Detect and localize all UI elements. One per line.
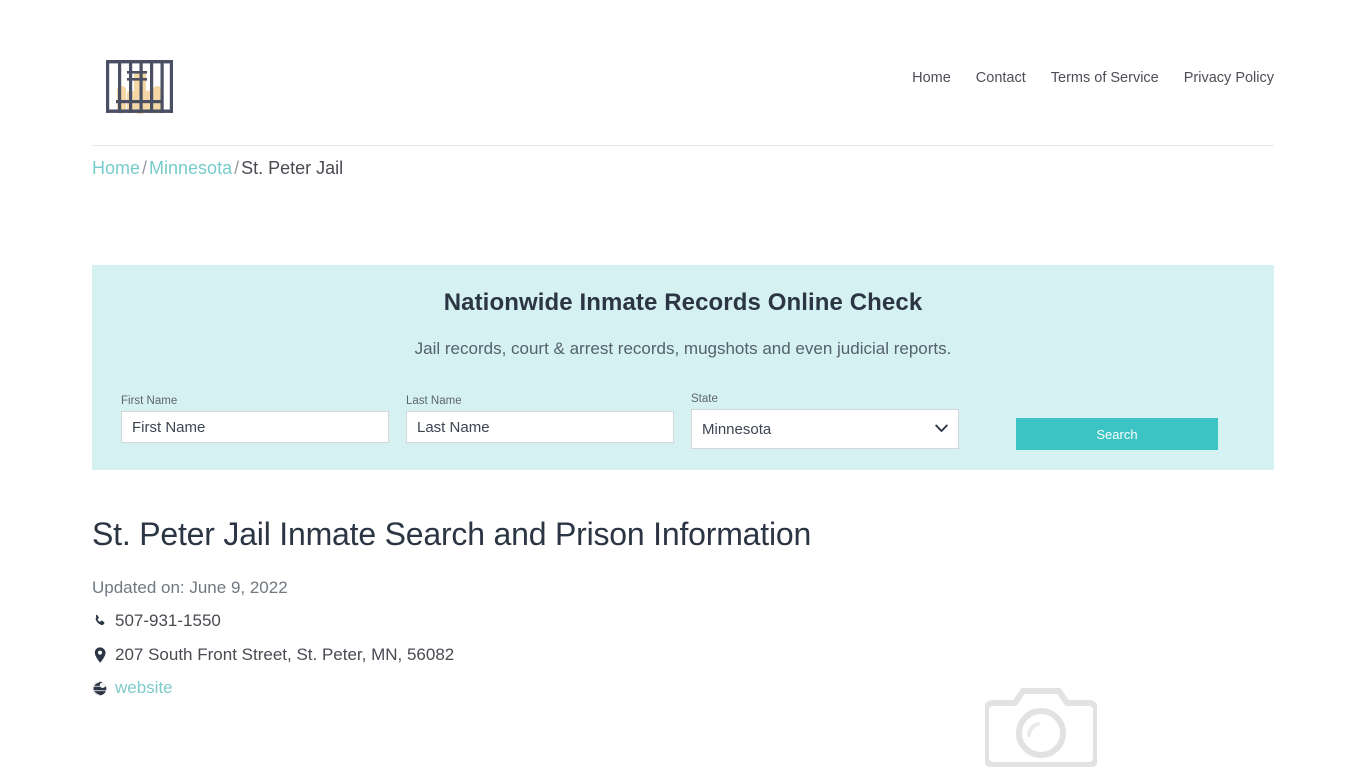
breadcrumb-link-home[interactable]: Home [92, 158, 140, 178]
main-navigation: Home Contact Terms of Service Privacy Po… [912, 68, 1274, 88]
first-name-input[interactable] [121, 411, 389, 443]
state-select[interactable]: Minnesota [691, 409, 959, 449]
breadcrumb-separator: / [234, 158, 240, 178]
inmate-search-banner: Nationwide Inmate Records Online Check J… [92, 265, 1274, 470]
breadcrumb-separator: / [142, 158, 148, 178]
breadcrumb-link-minnesota[interactable]: Minnesota [149, 158, 232, 178]
site-logo[interactable] [97, 50, 182, 122]
nav-link-home[interactable]: Home [912, 68, 951, 88]
banner-title: Nationwide Inmate Records Online Check [443, 289, 923, 316]
page-title: St. Peter Jail Inmate Search and Prison … [92, 516, 812, 552]
nav-link-privacy-policy[interactable]: Privacy Policy [1184, 68, 1274, 88]
globe-icon [92, 680, 107, 696]
address-line: 207 South Front Street, St. Peter, MN, 5… [92, 644, 454, 666]
last-name-label: Last Name [406, 395, 462, 407]
breadcrumb-current-page: St. Peter Jail [241, 158, 344, 178]
state-select-wrapper: Minnesota [691, 409, 959, 449]
last-name-input[interactable] [406, 411, 674, 443]
map-pin-icon [92, 647, 107, 663]
website-line: website [92, 677, 173, 699]
site-header: Home Contact Terms of Service Privacy Po… [92, 0, 1274, 146]
last-name-field-group: Last Name [406, 394, 674, 443]
state-label: State [691, 393, 718, 405]
updated-date: Updated on: June 9, 2022 [92, 578, 288, 597]
website-link[interactable]: website [115, 677, 173, 699]
state-field-group: State Minnesota [691, 392, 959, 449]
first-name-field-group: First Name [121, 394, 389, 443]
jail-bars-hands-icon [106, 60, 173, 114]
camera-placeholder-icon [983, 681, 1099, 768]
address-text: 207 South Front Street, St. Peter, MN, 5… [115, 645, 455, 664]
phone-number[interactable]: 507-931-1550 [115, 610, 221, 632]
search-button[interactable]: Search [1016, 418, 1218, 450]
nav-link-contact[interactable]: Contact [976, 68, 1026, 88]
phone-icon [92, 614, 107, 628]
banner-subtitle: Jail records, court & arrest records, mu… [414, 339, 952, 358]
page-root: Home Contact Terms of Service Privacy Po… [0, 0, 1366, 768]
breadcrumb: Home / Minnesota / St. Peter Jail [92, 157, 343, 179]
phone-line: 507-931-1550 [92, 610, 221, 632]
first-name-label: First Name [121, 395, 178, 407]
nav-link-terms-of-service[interactable]: Terms of Service [1051, 68, 1159, 88]
